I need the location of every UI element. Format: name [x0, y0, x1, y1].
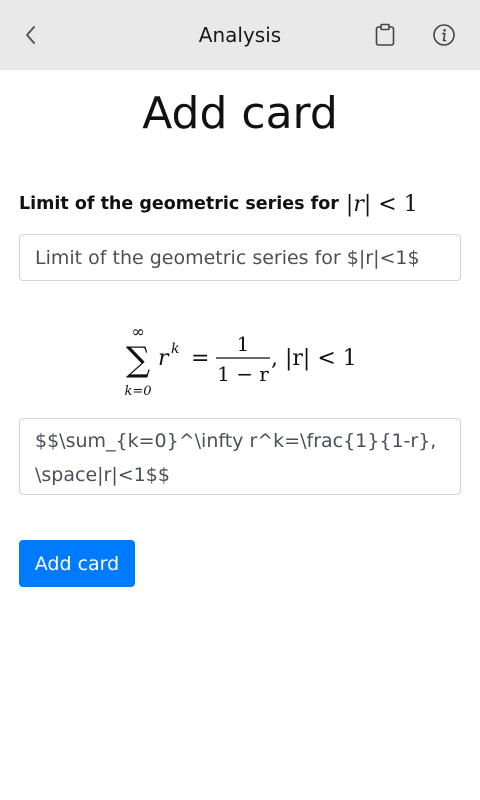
- clipboard-button[interactable]: [371, 21, 399, 49]
- math-less-than-one: < 1: [371, 191, 418, 217]
- front-preview-label: Limit of the geometric series for |r| < …: [19, 188, 418, 220]
- sum-lower-limit: k=0: [124, 384, 151, 399]
- info-button[interactable]: [430, 21, 458, 49]
- app-header: Analysis: [0, 0, 480, 70]
- front-preview-math: |r| < 1: [346, 192, 418, 217]
- front-input-value: Limit of the geometric series for $|r|<1…: [35, 246, 420, 269]
- fraction-denominator: 1 − r: [217, 362, 269, 386]
- fraction-numerator: 1: [237, 332, 250, 356]
- front-preview-text: Limit of the geometric series for: [19, 194, 339, 214]
- back-button[interactable]: [16, 21, 44, 49]
- term-base: r: [158, 346, 170, 371]
- back-formula-preview: ∞ ∑ k=0 r k = 1 1 − r , |r| < 1: [124, 322, 357, 399]
- sum-symbol: ∑: [126, 340, 150, 380]
- chevron-left-icon: [26, 26, 35, 44]
- math-var-r: r: [353, 191, 364, 217]
- add-card-button[interactable]: Add card: [19, 540, 135, 587]
- clipboard-icon: [375, 23, 395, 46]
- front-input[interactable]: Limit of the geometric series for $|r|<1…: [19, 234, 461, 281]
- formula-condition: , |r| < 1: [271, 346, 357, 371]
- term-exponent: k: [171, 341, 179, 357]
- back-input-value: $$\sum_{k=0}^\infty r^k=\frac{1}{1-r}, \…: [35, 430, 437, 486]
- header-title: Analysis: [198, 23, 282, 47]
- sum-upper-limit: ∞: [131, 322, 144, 341]
- page-title: Add card: [142, 88, 338, 139]
- info-icon: [433, 24, 455, 46]
- back-input[interactable]: $$\sum_{k=0}^\infty r^k=\frac{1}{1-r}, \…: [19, 418, 461, 495]
- equals-sign: =: [191, 346, 209, 371]
